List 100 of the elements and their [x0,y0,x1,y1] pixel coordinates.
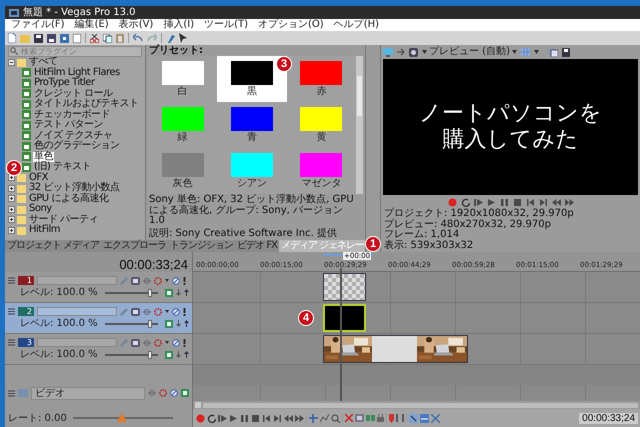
gear-icon[interactable] [154,308,162,316]
save-frame-icon[interactable] [562,48,570,56]
tree-item[interactable]: ノイズ テクスチャ [33,130,114,141]
solid-clip[interactable] [323,304,366,332]
loop-icon[interactable] [207,414,216,422]
mute-icon[interactable] [170,389,178,397]
new-file-icon[interactable] [8,33,16,43]
down-arrow-icon[interactable] [176,351,181,358]
app-icon[interactable] [9,8,19,16]
skip-back-icon[interactable] [526,198,534,206]
tree-item[interactable]: サード パーティ [28,214,100,225]
checkerboard-clip[interactable] [323,273,366,301]
zoom-icon[interactable] [331,414,340,422]
monitor-icon[interactable] [383,48,393,56]
track-name-field[interactable] [37,276,117,285]
up-arrow-icon[interactable] [184,289,189,296]
preset-item[interactable]: 緑 [148,102,218,148]
search-field[interactable]: 検索プラグイン [8,46,142,57]
pointer-icon[interactable] [179,33,188,43]
step-back-icon[interactable] [552,198,560,206]
preset-item[interactable]: 灰色 [148,148,218,194]
tab[interactable]: プロジェクト メディア [5,240,102,252]
plus-box-icon[interactable] [8,216,15,224]
skip-back-icon[interactable] [262,414,271,422]
tree-item[interactable]: チェッカーボード [33,110,111,120]
menu-item[interactable]: ファイル(F) [11,19,65,31]
grip-icon[interactable] [8,308,15,315]
plus-box-icon[interactable] [8,226,15,234]
play-from-start-icon[interactable] [474,198,482,206]
up-arrow-icon[interactable] [184,320,189,327]
scrollbar[interactable] [193,401,640,409]
play-from-start-icon[interactable] [218,414,227,422]
plus-box-icon[interactable] [8,195,15,202]
step-forward-icon[interactable] [295,414,304,422]
menu-item[interactable]: ヘルプ(H) [334,19,380,31]
rate-slider-thumb[interactable] [116,413,127,422]
scrollbar[interactable] [356,56,363,194]
tree-item[interactable]: GPU による高速化 [28,194,110,204]
play-icon[interactable] [229,414,238,422]
step-forward-icon[interactable] [564,198,574,206]
track-name-field[interactable] [37,307,117,316]
level-slider-thumb[interactable] [148,350,152,358]
solo-icon[interactable] [183,308,186,316]
menu-item[interactable]: オプション(O) [258,19,324,31]
gear-icon[interactable] [159,389,167,397]
plus-box-icon[interactable] [8,184,15,192]
tree-item[interactable]: クレジット ロール [33,88,114,99]
pause-icon[interactable] [500,198,508,206]
lock-icon[interactable] [377,414,384,422]
gear-icon[interactable] [154,338,162,346]
track-header[interactable]: 3 レベル: 100.0 % [5,334,193,365]
minus-box-icon[interactable] [8,58,15,66]
down-arrow-icon[interactable] [176,320,181,327]
composite-icon[interactable] [165,350,173,358]
tree-item[interactable]: すべて [28,57,58,68]
menu-item[interactable]: 挿入(I) [163,19,194,31]
mute-icon[interactable] [172,308,180,316]
save-icon[interactable] [34,34,43,42]
composite-icon[interactable] [165,288,173,296]
caret-icon[interactable] [534,50,539,54]
copy-frame-icon[interactable] [548,48,558,56]
tree-item[interactable]: タイトルおよびテキスト [33,99,140,110]
grip-icon[interactable] [8,339,15,346]
preset-item[interactable]: 青 [217,102,287,148]
solo-icon[interactable] [183,276,186,284]
tree-item[interactable]: 32 ビット浮動小数点 [28,183,120,194]
tab[interactable]: エクスプローラ [101,240,168,252]
grip-icon[interactable] [8,277,15,284]
paste-icon[interactable] [116,34,124,42]
scissors-icon[interactable] [90,34,99,42]
menu-item[interactable]: 表示(V) [118,19,154,31]
caret-icon[interactable] [165,279,169,282]
tree-item[interactable]: ProType Titler [33,78,96,88]
tree-item[interactable]: (旧) テキスト [33,162,92,172]
composite-icon[interactable] [181,389,189,397]
arrow-icon[interactable] [397,48,405,56]
marker-icon[interactable] [389,414,394,422]
node-icon[interactable] [143,276,151,284]
caret-icon[interactable] [165,341,169,344]
preset-item[interactable]: 白 [148,56,218,102]
track-header[interactable]: 2 レベル: 100.0 % [5,303,193,334]
menu-item[interactable]: 編集(E) [74,19,109,31]
skip-forward-icon[interactable] [273,414,282,422]
step-back-icon[interactable] [284,414,293,422]
node-icon[interactable] [143,308,151,316]
down-arrow-icon[interactable] [176,289,181,296]
tab[interactable]: トランジション [168,240,236,252]
skip-forward-icon[interactable] [538,198,548,206]
track-name-field[interactable] [37,338,117,347]
normal-edit-icon[interactable] [309,414,318,422]
tree-item[interactable]: Sony [28,204,53,214]
copy-icon[interactable] [103,34,112,42]
fx-icon[interactable] [131,308,140,316]
gear-icon[interactable] [154,276,162,284]
composite-icon[interactable] [165,320,173,328]
tree-item[interactable]: 単色 [33,152,54,162]
video-clip[interactable] [323,335,468,363]
preset-item[interactable]: シアン [217,148,287,194]
plus-box-icon[interactable] [8,174,15,182]
save-as-icon[interactable] [47,34,56,42]
